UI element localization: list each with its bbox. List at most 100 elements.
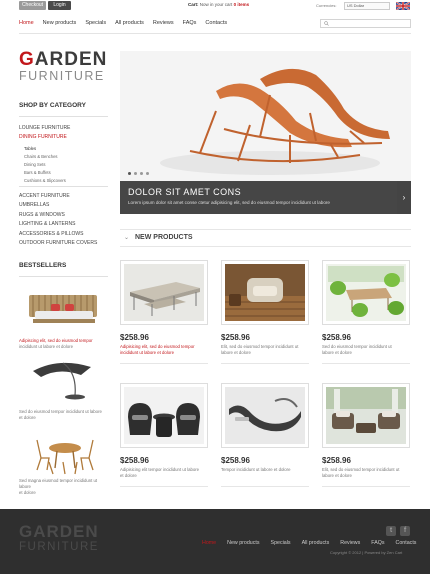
subcategory-bars-buffets[interactable]: Bars & Buffets: [24, 170, 51, 175]
cart-label: Cart:: [188, 2, 199, 7]
product-divider: [322, 363, 410, 364]
footer-logo-title: GARDEN: [19, 522, 99, 541]
currency-select[interactable]: US Dollar: [344, 2, 390, 10]
bestseller-line: et dolore: [19, 490, 36, 495]
category-accessories-pillows[interactable]: Accessories & Pillows: [19, 231, 83, 237]
cart-items-count[interactable]: 0 items: [234, 2, 250, 7]
product-description-line[interactable]: Adipisicing elit, sed do eiusmod tempor: [120, 344, 195, 349]
bestseller-image-sofa[interactable]: [19, 285, 108, 333]
bestseller-text: Sed magna eiusmod tempor incididunt ut l…: [19, 478, 108, 496]
slider-caption: DOLOR SIT AMET CONS Lorem ipsum dolor si…: [120, 181, 411, 214]
checkout-button[interactable]: Checkout: [19, 1, 46, 10]
slider-caption-title: DOLOR SIT AMET CONS: [128, 187, 242, 197]
product-image[interactable]: [221, 260, 309, 325]
product-description-line[interactable]: incididunt ut labore et dolore: [120, 350, 174, 355]
footer-logo[interactable]: GARDEN FURNITURE: [19, 523, 99, 553]
main-nav: Home New products Specials All products …: [19, 20, 227, 30]
logo-letter-g: G: [19, 49, 35, 70]
product-description-line: labore et dolore: [322, 473, 352, 478]
facebook-icon[interactable]: f: [400, 526, 410, 536]
subcategory-tables[interactable]: Tables: [24, 146, 36, 151]
category-lighting-lanterns[interactable]: Lighting & Lanterns: [19, 221, 75, 227]
category-rugs-windows[interactable]: Rugs & Windows: [19, 212, 65, 218]
footer-nav-all-products[interactable]: All products: [302, 540, 330, 546]
bestseller-line: Sed magna eiusmod tempor incididunt ut l…: [19, 478, 98, 489]
sidebar-divider: [19, 116, 108, 117]
product-image[interactable]: [322, 383, 410, 448]
nav-specials[interactable]: Specials: [85, 20, 106, 30]
nav-contacts[interactable]: Contacts: [205, 20, 227, 30]
product-image[interactable]: [120, 260, 208, 325]
logo-word-rest: ARDEN: [34, 49, 108, 70]
product-description-line: Sed do eiusmod tempor incididunt ut: [322, 344, 392, 349]
product-description-line: et dolore: [120, 473, 137, 478]
footer-nav-specials[interactable]: Specials: [271, 540, 291, 546]
section-divider: [120, 246, 411, 247]
hero-slider[interactable]: DOLOR SIT AMET CONS Lorem ipsum dolor si…: [120, 51, 411, 214]
nav-faqs[interactable]: FAQs: [183, 20, 197, 30]
bestseller-line: et dolore: [19, 415, 36, 420]
logo-subtitle: FURNITURE: [19, 69, 105, 83]
bestseller-text: Adipiscing elit, sed do eiusmod tempor i…: [19, 338, 108, 350]
subcategory-cushions-slipcovers[interactable]: Cushions & Slipcovers: [24, 178, 66, 183]
product-description: Elit, sed do eiusmod tempor incididunt u…: [221, 344, 311, 356]
new-products-heading: NEW PRODUCTS: [135, 234, 193, 241]
chevron-right-icon[interactable]: ›: [397, 181, 411, 214]
section-divider: [120, 229, 411, 230]
login-button[interactable]: Login: [48, 1, 71, 10]
product-description-line: labore et dolore: [221, 350, 251, 355]
product-price: $258.96: [120, 456, 149, 465]
nav-divider: [19, 33, 411, 34]
uk-flag-icon[interactable]: [396, 2, 410, 10]
bestseller-line[interactable]: Adipiscing elit, sed do eiusmod tempor: [19, 338, 93, 343]
cart-summary[interactable]: Cart: Now in your cart 0 items: [188, 2, 249, 7]
footer: GARDEN FURNITURE t f Home New products S…: [0, 509, 430, 574]
product-price: $258.96: [221, 333, 250, 342]
footer-nav-contacts[interactable]: Contacts: [396, 540, 417, 546]
footer-nav-home[interactable]: Home: [202, 540, 216, 546]
product-image[interactable]: [221, 383, 309, 448]
slider-dot[interactable]: [134, 172, 137, 175]
subcategory-chairs-benches[interactable]: Chairs & Benches: [24, 154, 58, 159]
product-description: Sed do eiusmod tempor incididunt ut labo…: [322, 344, 412, 356]
footer-nav-reviews[interactable]: Reviews: [340, 540, 360, 546]
category-dining-furniture[interactable]: Dining Furniture: [19, 134, 67, 140]
footer-nav: Home New products Specials All products …: [202, 540, 416, 546]
bestseller-line: incididunt ut labore et dolore: [19, 344, 73, 349]
chevron-down-icon: ⌄: [124, 235, 130, 241]
category-lounge-furniture[interactable]: Lounge Furniture: [19, 125, 70, 131]
product-divider: [120, 486, 208, 487]
product-divider: [221, 486, 309, 487]
product-image[interactable]: [322, 260, 410, 325]
bestseller-image-umbrella[interactable]: [19, 355, 108, 403]
category-accent-furniture[interactable]: Accent Furniture: [19, 193, 70, 199]
shop-by-category-heading: SHOP BY CATEGORY: [19, 102, 86, 109]
nav-all-products[interactable]: All products: [115, 20, 144, 30]
nav-new-products[interactable]: New products: [43, 20, 77, 30]
site-logo[interactable]: GARDEN FURNITURE: [19, 50, 107, 83]
product-description: Elit, sed do eiusmod tempor incididunt u…: [322, 467, 412, 479]
footer-nav-new-products[interactable]: New products: [227, 540, 259, 546]
footer-nav-faqs[interactable]: FAQs: [371, 540, 384, 546]
product-description-line: Adipisicing elit tempor incididunt ut la…: [120, 467, 200, 472]
subcategory-dining-sets[interactable]: Dining Sets: [24, 162, 45, 167]
product-price: $258.96: [322, 456, 351, 465]
slider-dot[interactable]: [128, 172, 131, 175]
bestseller-image-dining-set[interactable]: [19, 428, 108, 476]
footer-logo-subtitle: FURNITURE: [19, 541, 99, 553]
product-description: Tempor incididunt ut labore et dolore: [221, 467, 311, 473]
top-bar: Checkout Login Cart: Now in your cart 0 …: [0, 0, 430, 11]
slider-dot[interactable]: [140, 172, 143, 175]
nav-reviews[interactable]: Reviews: [153, 20, 174, 30]
product-description[interactable]: Adipisicing elit, sed do eiusmod tempor …: [120, 344, 210, 356]
sidebar-divider: [19, 186, 108, 187]
category-umbrellas[interactable]: Umbrellas: [19, 202, 49, 208]
twitter-icon[interactable]: t: [386, 526, 396, 536]
nav-home[interactable]: Home: [19, 20, 34, 30]
product-price: $258.96: [322, 333, 351, 342]
search-input[interactable]: [320, 19, 411, 28]
product-image[interactable]: [120, 383, 208, 448]
sidebar-divider: [19, 276, 108, 277]
slider-dot[interactable]: [146, 172, 149, 175]
category-outdoor-furniture-covers[interactable]: Outdoor Furniture Covers: [19, 240, 97, 246]
